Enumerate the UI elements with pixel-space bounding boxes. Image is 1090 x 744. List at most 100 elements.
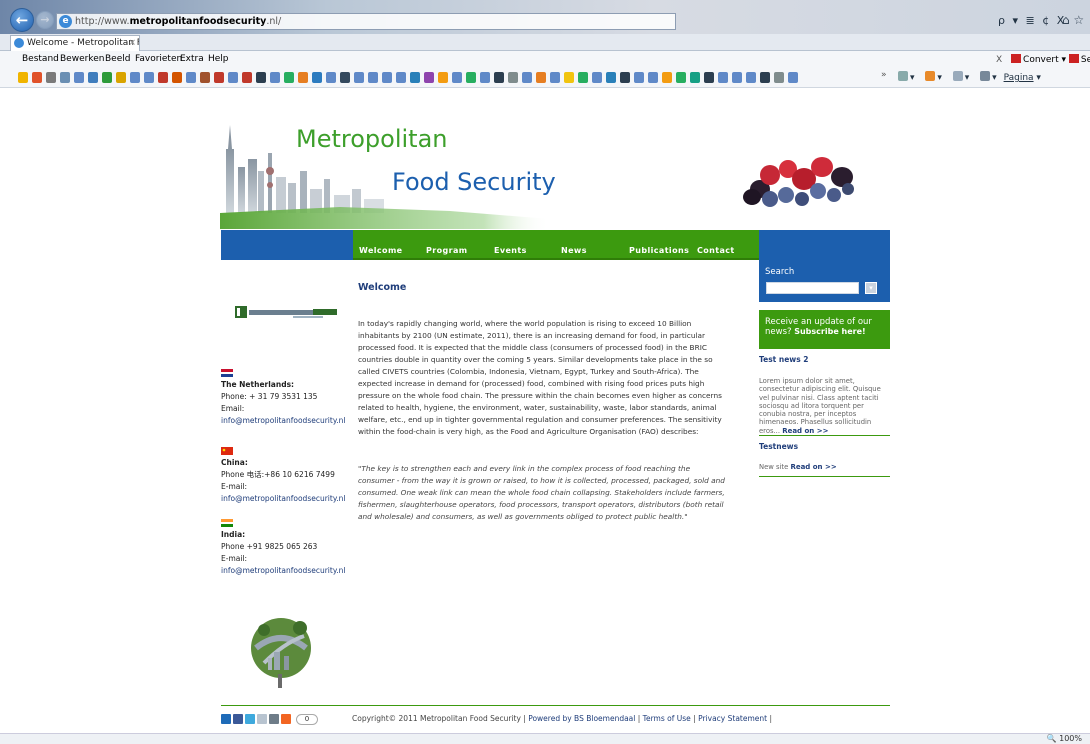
favorite-icon[interactable] (60, 72, 70, 83)
facebook-icon[interactable] (233, 714, 243, 724)
address-controls[interactable]: ρ ▾ ≣ ¢ X (998, 14, 1066, 27)
favorite-icon[interactable] (760, 72, 770, 83)
address-bar[interactable]: e http://www.metropolitanfoodsecurity.nl… (56, 13, 676, 30)
feeds-icon[interactable] (925, 71, 936, 81)
terms-link[interactable]: Terms of Use (643, 714, 691, 723)
contact-email-link[interactable]: info@metropolitanfoodsecurity.nl (221, 415, 353, 427)
nav-events[interactable]: Events (494, 246, 527, 255)
menu-bestand[interactable]: Bestand (22, 54, 59, 64)
favorite-icon[interactable] (788, 72, 798, 83)
nav-publications[interactable]: Publications (629, 246, 689, 255)
favorite-icon[interactable] (172, 72, 182, 83)
favorite-icon[interactable] (606, 72, 616, 83)
news-title-2[interactable]: Testnews (759, 442, 798, 451)
favorite-icon[interactable] (634, 72, 644, 83)
favorite-icon[interactable] (88, 72, 98, 83)
print-share-icon[interactable] (269, 714, 279, 724)
favorite-icon[interactable] (382, 72, 392, 83)
favorite-icon[interactable] (214, 72, 224, 83)
favorite-icon[interactable] (648, 72, 658, 83)
favorite-icon[interactable] (326, 72, 336, 83)
menu-beeld[interactable]: Beeld (105, 54, 130, 64)
menu-favorieten[interactable]: Favorieten (135, 54, 182, 64)
email-share-icon[interactable] (257, 714, 267, 724)
favorite-icon[interactable] (676, 72, 686, 83)
favorite-icon[interactable] (228, 72, 238, 83)
favorite-icon[interactable] (522, 72, 532, 83)
favorite-icon[interactable] (368, 72, 378, 83)
search-input[interactable] (766, 282, 859, 294)
favorite-icon[interactable] (774, 72, 784, 83)
news-title-1[interactable]: Test news 2 (759, 355, 809, 364)
forward-button[interactable]: → (36, 11, 54, 29)
menu-bewerken[interactable]: Bewerken (60, 54, 104, 64)
favorite-icon[interactable] (466, 72, 476, 83)
twitter-icon[interactable] (245, 714, 255, 724)
linkedin-icon[interactable] (221, 714, 231, 724)
favorite-icon[interactable] (242, 72, 252, 83)
contact-email-link[interactable]: info@metropolitanfoodsecurity.nl (221, 565, 353, 577)
news-read-more-2[interactable]: Read on >> (790, 463, 836, 471)
favorite-icon[interactable] (746, 72, 756, 83)
favorite-icon[interactable] (158, 72, 168, 83)
select-button[interactable]: Se (1081, 55, 1090, 65)
favorite-icon[interactable] (578, 72, 588, 83)
zoom-level[interactable]: 🔍 100% (1047, 734, 1082, 743)
tab-welcome[interactable]: Welcome - Metropolitan Fo... × (10, 35, 140, 51)
favorite-icon[interactable] (312, 72, 322, 83)
favorite-icon[interactable] (690, 72, 700, 83)
back-button[interactable]: ← (10, 8, 34, 32)
convert-button[interactable]: Convert (1023, 55, 1059, 65)
favorite-icon[interactable] (480, 72, 490, 83)
powered-by-link[interactable]: Powered by BS Bloemendaal (528, 714, 635, 723)
contact-email-link[interactable]: info@metropolitanfoodsecurity.nl (221, 493, 353, 505)
mail-icon[interactable] (952, 71, 963, 81)
favorite-icon[interactable] (718, 72, 728, 83)
favorite-icon[interactable] (704, 72, 714, 83)
search-button[interactable]: ▾ (865, 282, 877, 294)
nav-contact[interactable]: Contact (697, 246, 735, 255)
tab-close-icon[interactable]: × (128, 36, 136, 51)
favorite-icon[interactable] (620, 72, 630, 83)
favorite-icon[interactable] (732, 72, 742, 83)
favorite-icon[interactable] (46, 72, 56, 83)
favorite-icon[interactable] (284, 72, 294, 83)
addthis-icon[interactable] (281, 714, 291, 724)
menu-help[interactable]: Help (208, 54, 229, 64)
nav-welcome[interactable]: Welcome (359, 246, 403, 255)
favorite-icon[interactable] (200, 72, 210, 83)
favorite-icon[interactable] (550, 72, 560, 83)
nav-program[interactable]: Program (426, 246, 468, 255)
favorite-icon[interactable] (508, 72, 518, 83)
print-icon[interactable] (980, 71, 991, 81)
favorites-icons[interactable] (18, 72, 798, 84)
pagina-menu[interactable]: Pagina (1004, 73, 1034, 83)
favorite-icon[interactable] (662, 72, 672, 83)
close-toolbar-icon[interactable]: X (996, 55, 1002, 65)
favorite-icon[interactable] (396, 72, 406, 83)
favorite-icon[interactable] (256, 72, 266, 83)
menu-extra[interactable]: Extra (180, 54, 204, 64)
favorite-icon[interactable] (410, 72, 420, 83)
favorite-icon[interactable] (74, 72, 84, 83)
favorite-icon[interactable] (18, 72, 28, 83)
home-icon[interactable] (898, 71, 908, 81)
news-read-more-1[interactable]: Read on >> (782, 427, 828, 435)
favorite-icon[interactable] (564, 72, 574, 83)
favorite-icon[interactable] (340, 72, 350, 83)
favorite-icon[interactable] (130, 72, 140, 83)
nav-news[interactable]: News (561, 246, 587, 255)
favorite-icon[interactable] (186, 72, 196, 83)
favorite-icon[interactable] (144, 72, 154, 83)
favorite-icon[interactable] (116, 72, 126, 83)
subscribe-link[interactable]: Subscribe here! (794, 327, 865, 336)
favorite-icon[interactable] (102, 72, 112, 83)
favorite-icon[interactable] (536, 72, 546, 83)
favorite-icon[interactable] (494, 72, 504, 83)
home-star-icons[interactable]: ⌂ ☆ (1062, 13, 1084, 27)
favorite-icon[interactable] (32, 72, 42, 83)
favorite-icon[interactable] (452, 72, 462, 83)
favorite-icon[interactable] (298, 72, 308, 83)
favorite-icon[interactable] (592, 72, 602, 83)
favorite-icon[interactable] (438, 72, 448, 83)
